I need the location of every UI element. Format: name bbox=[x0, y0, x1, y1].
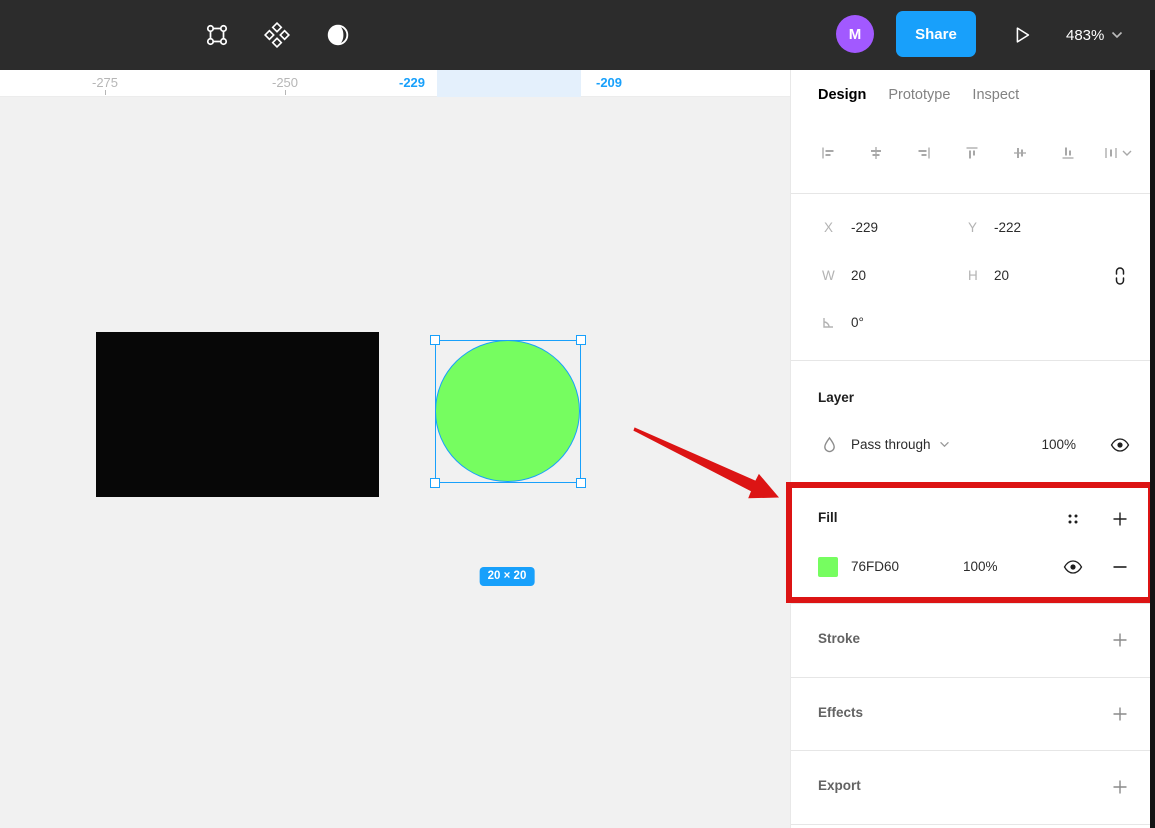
align-v-center-icon[interactable] bbox=[1009, 142, 1031, 164]
ruler-selection-highlight bbox=[437, 70, 581, 97]
y-input[interactable]: -222 bbox=[994, 220, 1021, 235]
stroke-title: Stroke bbox=[818, 631, 860, 646]
stroke-section-header: Stroke bbox=[791, 626, 1155, 654]
selection-bounding-box[interactable] bbox=[435, 340, 581, 483]
align-right-icon[interactable] bbox=[913, 142, 935, 164]
fill-opacity-input[interactable]: 100% bbox=[963, 559, 998, 574]
tab-inspect[interactable]: Inspect bbox=[972, 87, 1019, 115]
divider bbox=[791, 193, 1155, 194]
ruler-label-selected: -209 bbox=[596, 75, 622, 90]
layer-blend-row: Pass through 100% bbox=[791, 431, 1155, 459]
height-label: H bbox=[968, 268, 978, 283]
align-top-icon[interactable] bbox=[961, 142, 983, 164]
size-row: W 20 H 20 bbox=[791, 262, 1155, 290]
export-title: Export bbox=[818, 778, 861, 793]
divider bbox=[791, 824, 1155, 825]
selection-handle-bottom-right[interactable] bbox=[576, 478, 586, 488]
styles-dots-icon[interactable] bbox=[1060, 506, 1086, 532]
layer-section-header: Layer bbox=[791, 383, 1155, 411]
ruler-tick bbox=[105, 90, 106, 95]
add-export-plus-icon[interactable] bbox=[1107, 774, 1133, 800]
divider bbox=[791, 360, 1155, 361]
zoom-level-value: 483% bbox=[1066, 27, 1104, 44]
effects-title: Effects bbox=[818, 705, 863, 720]
fill-hex-input[interactable]: 76FD60 bbox=[851, 559, 899, 574]
divider bbox=[791, 483, 1155, 484]
selection-size-badge: 20 × 20 bbox=[480, 567, 535, 586]
position-row: X -229 Y -222 bbox=[791, 214, 1155, 242]
mask-icon[interactable] bbox=[320, 17, 356, 53]
tidy-up-icon[interactable] bbox=[1101, 142, 1135, 164]
x-label: X bbox=[824, 220, 833, 235]
remove-fill-minus-icon[interactable] bbox=[1107, 554, 1133, 580]
window-edge-strip bbox=[1150, 70, 1155, 828]
present-play-icon[interactable] bbox=[1004, 17, 1040, 53]
align-h-center-icon[interactable] bbox=[865, 142, 887, 164]
layer-visibility-eye-icon[interactable] bbox=[1107, 432, 1133, 458]
vector-edit-icon[interactable] bbox=[199, 17, 235, 53]
align-bottom-icon[interactable] bbox=[1057, 142, 1079, 164]
fill-row: 76FD60 100% bbox=[791, 553, 1155, 581]
fill-visibility-eye-icon[interactable] bbox=[1060, 554, 1086, 580]
selection-handle-top-right[interactable] bbox=[576, 335, 586, 345]
alignment-toolbar bbox=[791, 139, 1155, 167]
ruler-label-selected: -229 bbox=[399, 75, 425, 90]
selection-handle-bottom-left[interactable] bbox=[430, 478, 440, 488]
fill-color-swatch[interactable] bbox=[818, 557, 838, 577]
canvas-black-rectangle[interactable] bbox=[96, 332, 379, 497]
chevron-down-icon bbox=[939, 441, 950, 448]
export-section-header: Export bbox=[791, 773, 1155, 801]
layer-opacity-input[interactable]: 100% bbox=[1041, 437, 1076, 452]
height-input[interactable]: 20 bbox=[994, 268, 1009, 283]
y-label: Y bbox=[968, 220, 977, 235]
layer-title: Layer bbox=[818, 390, 854, 405]
blend-mode-droplet-icon bbox=[821, 436, 838, 458]
add-effect-plus-icon[interactable] bbox=[1107, 701, 1133, 727]
divider bbox=[791, 750, 1155, 751]
chevron-down-icon bbox=[1111, 31, 1123, 39]
blend-mode-dropdown[interactable]: Pass through bbox=[851, 437, 950, 452]
constrain-proportions-icon[interactable] bbox=[1107, 263, 1133, 289]
properties-panel: Design Prototype Inspect X -229 Y bbox=[790, 70, 1155, 828]
rotation-row: 0° bbox=[791, 309, 1155, 337]
components-icon[interactable] bbox=[259, 17, 295, 53]
canvas[interactable]: -275 -250 -229 -209 20 × 20 bbox=[0, 70, 790, 828]
add-fill-plus-icon[interactable] bbox=[1107, 506, 1133, 532]
top-toolbar: M Share 483% bbox=[0, 0, 1155, 70]
blend-mode-value: Pass through bbox=[851, 437, 931, 452]
align-left-icon[interactable] bbox=[817, 142, 839, 164]
fill-title: Fill bbox=[818, 510, 838, 525]
width-input[interactable]: 20 bbox=[851, 268, 866, 283]
avatar[interactable]: M bbox=[836, 15, 874, 53]
add-stroke-plus-icon[interactable] bbox=[1107, 627, 1133, 653]
effects-section-header: Effects bbox=[791, 700, 1155, 728]
rotation-input[interactable]: 0° bbox=[851, 315, 864, 330]
panel-tabs: Design Prototype Inspect bbox=[791, 87, 1155, 115]
ruler-label: -250 bbox=[272, 75, 298, 90]
zoom-level-dropdown[interactable]: 483% bbox=[1066, 20, 1123, 50]
x-input[interactable]: -229 bbox=[851, 220, 878, 235]
selection-handle-top-left[interactable] bbox=[430, 335, 440, 345]
divider bbox=[791, 603, 1155, 604]
share-button[interactable]: Share bbox=[896, 11, 976, 57]
fill-section-header: Fill bbox=[791, 505, 1155, 533]
ruler-tick bbox=[285, 90, 286, 95]
rotation-angle-icon bbox=[820, 314, 836, 335]
horizontal-ruler[interactable]: -275 -250 -229 -209 bbox=[0, 70, 790, 97]
ruler-label: -275 bbox=[92, 75, 118, 90]
avatar-initial: M bbox=[849, 26, 862, 43]
tab-prototype[interactable]: Prototype bbox=[888, 87, 950, 115]
divider bbox=[791, 677, 1155, 678]
canvas-green-ellipse[interactable] bbox=[435, 340, 580, 482]
width-label: W bbox=[822, 268, 835, 283]
tab-design[interactable]: Design bbox=[818, 87, 866, 115]
